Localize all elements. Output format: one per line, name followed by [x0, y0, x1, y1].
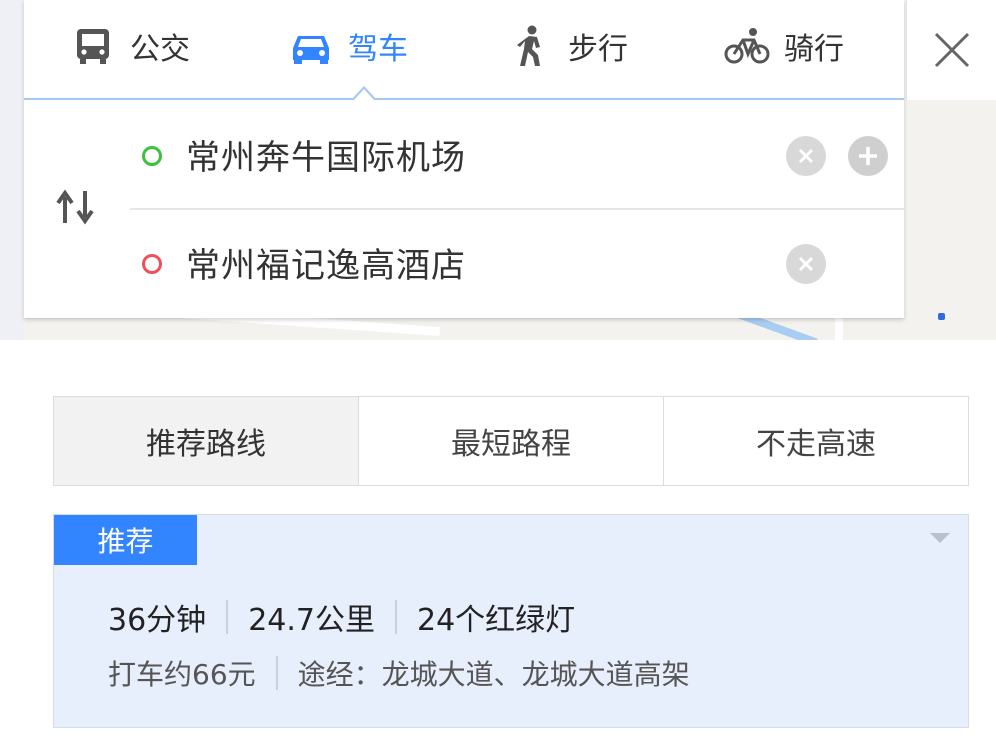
- route-result-card[interactable]: 推荐 36分钟 24.7公里 24个红绿灯 打车约66元 途经：龙城大道、龙城大…: [53, 514, 969, 728]
- route-search-panel: 公交 驾车 步行 骑行 常州奔牛国际机场 常州福记逸高酒店: [24, 0, 904, 318]
- via-roads-text: 途经：龙城大道、龙城大道高架: [297, 658, 690, 691]
- walk-icon: [508, 23, 554, 69]
- clear-end-button[interactable]: [786, 244, 826, 284]
- route-details: 打车约66元 途经：龙城大道、龙城大道高架: [108, 653, 690, 693]
- start-location-text[interactable]: 常州奔牛国际机场: [186, 130, 466, 179]
- swap-button[interactable]: [52, 184, 102, 234]
- close-icon: [798, 256, 814, 272]
- tab-walk[interactable]: 步行: [508, 18, 628, 74]
- route-results-panel: 推荐路线 最短路程 不走高速 推荐 36分钟 24.7公里 24个红绿灯 打车约…: [0, 340, 996, 756]
- traffic-lights-text: 24个红绿灯: [416, 603, 576, 638]
- tab-bus-label: 公交: [130, 32, 190, 67]
- clear-start-button[interactable]: [786, 136, 826, 176]
- swap-icon: [55, 189, 99, 229]
- tab-bike[interactable]: 骑行: [724, 18, 844, 74]
- close-icon: [934, 32, 970, 68]
- end-point-icon: [142, 254, 162, 274]
- bike-icon: [724, 23, 770, 69]
- close-panel-button[interactable]: [906, 0, 996, 100]
- tab-shortest[interactable]: 最短路程: [359, 397, 664, 485]
- separator: [226, 600, 229, 634]
- separator: [394, 600, 397, 634]
- travel-mode-tabs: 公交 驾车 步行 骑行: [24, 0, 904, 100]
- active-tab-indicator: [352, 86, 376, 100]
- map-marker: [938, 313, 945, 320]
- distance-text: 24.7公里: [248, 603, 375, 638]
- route-summary: 36分钟 24.7公里 24个红绿灯: [108, 595, 575, 639]
- duration-text: 36分钟: [108, 603, 207, 638]
- taxi-fare-text: 打车约66元: [108, 658, 256, 691]
- end-location-text[interactable]: 常州福记逸高酒店: [186, 238, 466, 287]
- separator: [275, 656, 278, 690]
- close-icon: [798, 148, 814, 164]
- tab-drive-label: 驾车: [348, 32, 408, 67]
- start-location-row[interactable]: 常州奔牛国际机场: [130, 104, 904, 200]
- plus-icon: [859, 147, 877, 165]
- bus-icon: [70, 23, 116, 69]
- add-waypoint-button[interactable]: [848, 136, 888, 176]
- end-location-row[interactable]: 常州福记逸高酒店: [130, 212, 904, 308]
- tab-bus[interactable]: 公交: [70, 18, 190, 74]
- recommended-badge: 推荐: [54, 515, 197, 565]
- tab-drive[interactable]: 驾车: [288, 18, 408, 74]
- tab-bike-label: 骑行: [784, 32, 844, 67]
- stop-divider: [130, 208, 904, 210]
- start-point-icon: [142, 146, 162, 166]
- car-icon: [288, 23, 334, 69]
- route-preference-tabs: 推荐路线 最短路程 不走高速: [53, 396, 969, 486]
- chevron-down-icon[interactable]: [930, 533, 950, 543]
- tab-recommended[interactable]: 推荐路线: [54, 397, 359, 485]
- tab-no-highway[interactable]: 不走高速: [664, 397, 968, 485]
- tab-underline: [24, 98, 904, 100]
- tab-walk-label: 步行: [568, 32, 628, 67]
